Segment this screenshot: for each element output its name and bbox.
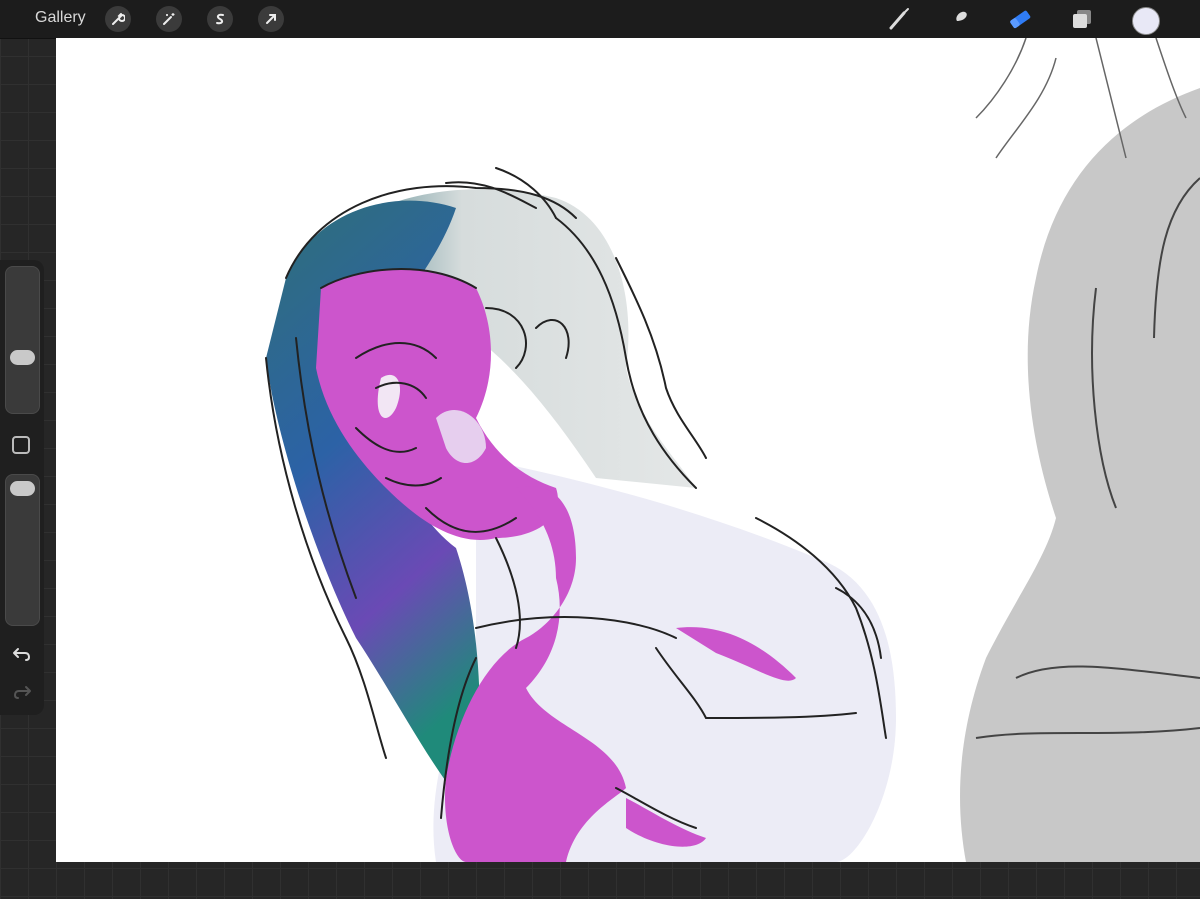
- gray-sketch-figure: [960, 88, 1200, 862]
- brush-icon: [889, 8, 909, 30]
- eraser-icon: [1010, 10, 1031, 29]
- selection-icon: [216, 13, 224, 25]
- color-picker-swatch[interactable]: [1132, 7, 1160, 35]
- redo-icon: [14, 686, 31, 699]
- wrench-icon: [112, 13, 125, 25]
- redo-button[interactable]: [10, 680, 34, 704]
- adjustments-button[interactable]: [156, 6, 182, 32]
- opacity-slider[interactable]: [5, 474, 40, 626]
- magic-wand-icon: [163, 13, 175, 25]
- modify-button[interactable]: [12, 436, 30, 454]
- smudge-tool[interactable]: [946, 5, 974, 33]
- drawing-canvas[interactable]: [56, 38, 1200, 862]
- artwork: [265, 38, 1200, 862]
- brush-tool[interactable]: [886, 5, 914, 33]
- left-sidebar: [0, 260, 44, 715]
- transform-button[interactable]: [258, 6, 284, 32]
- undo-icon: [13, 648, 30, 661]
- smudge-icon: [953, 11, 967, 27]
- top-toolbar: Gallery: [0, 0, 1200, 39]
- brush-size-slider[interactable]: [5, 266, 40, 414]
- layers-icon: [1073, 10, 1091, 28]
- actions-button[interactable]: [105, 6, 131, 32]
- gallery-button[interactable]: Gallery: [35, 9, 86, 27]
- transform-arrow-icon: [266, 14, 276, 24]
- layers-tool[interactable]: [1068, 5, 1096, 33]
- selection-button[interactable]: [207, 6, 233, 32]
- brush-size-thumb[interactable]: [10, 350, 35, 365]
- undo-button[interactable]: [10, 642, 34, 666]
- eraser-tool[interactable]: [1006, 5, 1034, 33]
- opacity-thumb[interactable]: [10, 481, 35, 496]
